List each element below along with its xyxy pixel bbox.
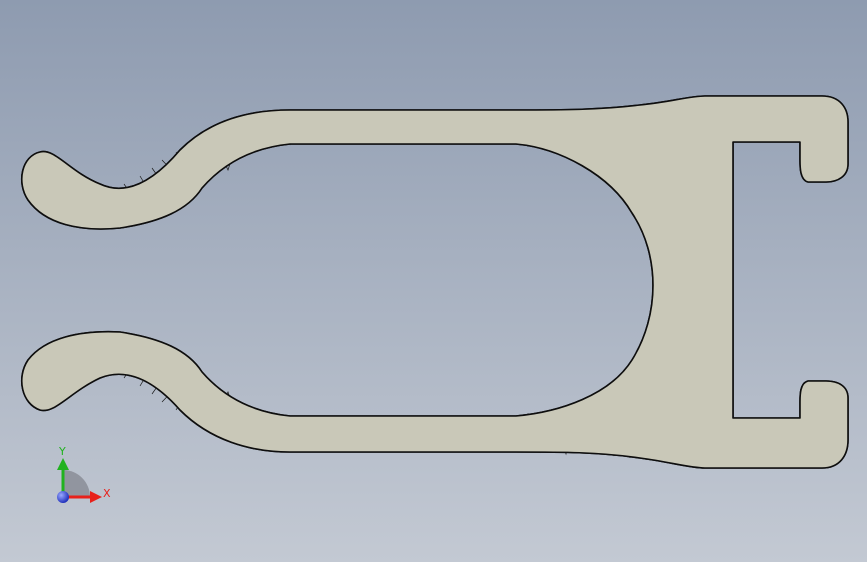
graphics-viewport[interactable]: Y X xyxy=(0,0,867,562)
y-axis-label: Y xyxy=(58,445,66,458)
viewport-canvas[interactable]: Y X xyxy=(0,0,867,562)
x-axis-label: X xyxy=(103,487,111,500)
z-axis-ball xyxy=(57,491,69,503)
viewport-background xyxy=(0,0,867,562)
